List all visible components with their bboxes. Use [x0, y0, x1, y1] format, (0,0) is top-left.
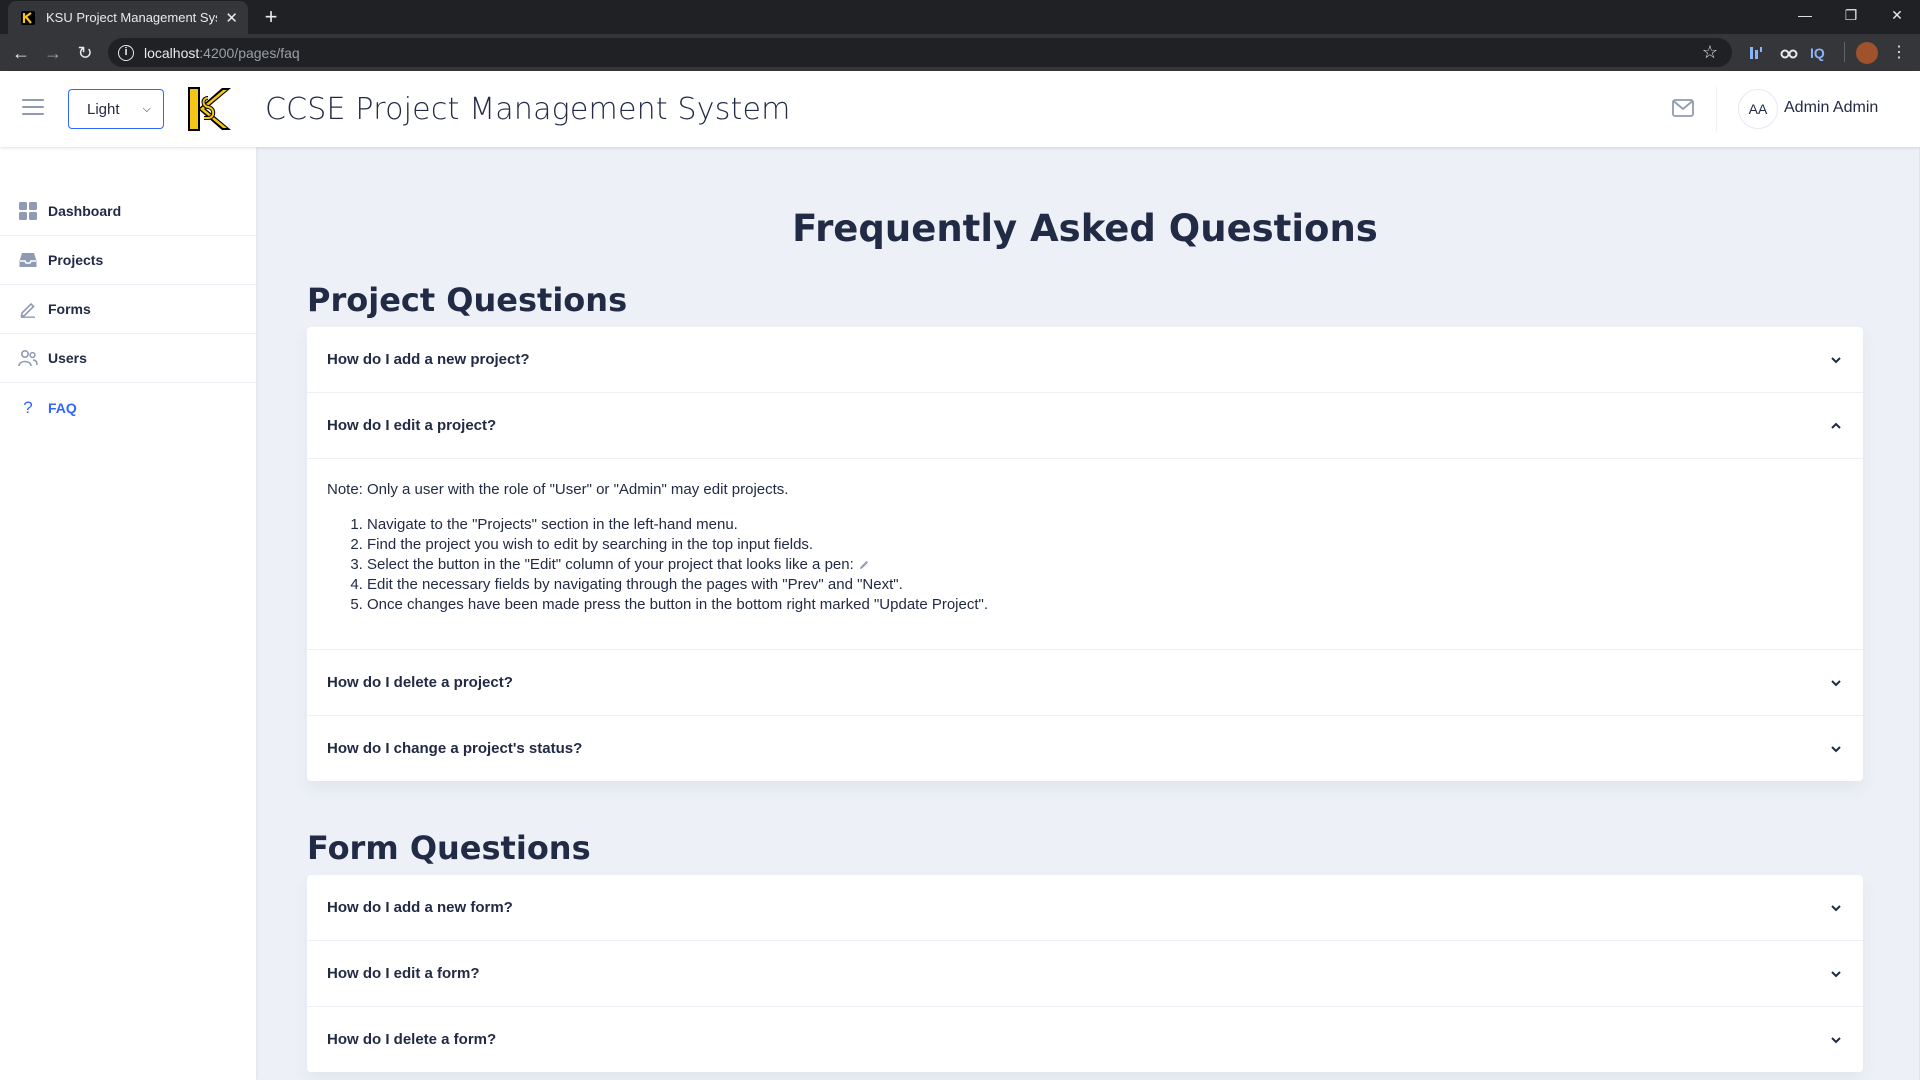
site-info-icon[interactable]: i — [118, 44, 134, 61]
answer-note: Note: Only a user with the role of "User… — [327, 481, 789, 498]
edit-icon — [18, 299, 38, 319]
theme-select[interactable]: Light ⌵ — [68, 89, 164, 129]
sidebar-item-faq[interactable]: ? FAQ — [0, 383, 256, 432]
sidebar-item-label: Forms — [48, 301, 91, 317]
accordion-header[interactable]: How do I delete a form? — [307, 1007, 1863, 1072]
sidebar-item-label: Projects — [48, 252, 104, 268]
browser-tab[interactable]: KSU Project Management System ✕ — [8, 1, 248, 34]
chevron-down-icon — [1831, 904, 1841, 911]
question-mark-icon: ? — [23, 397, 33, 417]
accordion-header[interactable]: How do I delete a project? — [307, 650, 1863, 715]
tab-title: KSU Project Management System — [46, 10, 217, 25]
project-faq-accordion: How do I add a new project? How do I edi… — [307, 327, 1863, 781]
answer-step: Edit the necessary fields by navigating … — [367, 575, 1843, 595]
accordion-item: How do I delete a project? — [307, 650, 1863, 716]
section-title-forms: Form Questions — [307, 829, 591, 867]
bookmark-star-icon[interactable]: ☆ — [1702, 42, 1718, 63]
extension-bars-icon[interactable] — [1748, 42, 1764, 64]
accordion-item: How do I change a project's status? — [307, 716, 1863, 781]
browser-tab-bar: KSU Project Management System ✕ + — ❐ ✕ — [0, 0, 1920, 34]
question-text: How do I delete a project? — [327, 674, 513, 691]
answer-step-text: Select the button in the "Edit" column o… — [367, 556, 854, 573]
pen-icon — [859, 561, 868, 570]
theme-select-value: Light — [87, 100, 120, 118]
minimize-icon[interactable]: — — [1782, 0, 1828, 30]
new-tab-button[interactable]: + — [258, 4, 284, 30]
question-text: How do I delete a form? — [327, 1031, 497, 1048]
forward-icon[interactable]: → — [38, 38, 68, 68]
answer-step: Navigate to the "Projects" section in th… — [367, 515, 1843, 535]
answer-step: Select the button in the "Edit" column o… — [367, 555, 1843, 575]
chevron-down-icon — [1831, 356, 1841, 363]
sidebar-item-label: FAQ — [48, 399, 77, 416]
accordion-header[interactable]: How do I edit a form? — [307, 941, 1863, 1006]
address-bar[interactable]: i localhost:4200/pages/faq ☆ — [108, 38, 1732, 67]
sidebar-item-users[interactable]: Users — [0, 334, 256, 383]
profile-avatar-icon[interactable] — [1856, 42, 1878, 64]
answer-step: Once changes have been made press the bu… — [367, 595, 1843, 615]
accordion-item: How do I add a new form? — [307, 875, 1863, 941]
question-text: How do I edit a project? — [327, 417, 497, 434]
ksu-logo-icon — [188, 87, 231, 131]
question-text: How do I add a new project? — [327, 351, 530, 368]
question-text: How do I edit a form? — [327, 965, 480, 982]
accordion-header[interactable]: How do I add a new project? — [307, 327, 1863, 392]
extension-glasses-icon[interactable] — [1780, 42, 1798, 64]
inbox-icon — [18, 250, 38, 270]
restore-icon[interactable]: ❐ — [1828, 0, 1874, 30]
extension-iq-icon[interactable]: IQ — [1810, 42, 1825, 64]
back-icon[interactable]: ← — [6, 38, 36, 68]
toolbar-divider — [1844, 42, 1845, 62]
url-host: localhost — [144, 44, 200, 61]
question-text: How do I add a new form? — [327, 899, 513, 916]
sidebar-item-dashboard[interactable]: Dashboard — [0, 187, 256, 236]
browser-menu-icon[interactable]: ⋮ — [1884, 38, 1914, 68]
app-header: Light ⌵ CCSE Project Management System A… — [0, 71, 1920, 147]
sidebar: Dashboard Projects Forms Users ? FAQ — [0, 147, 256, 1080]
sidebar-item-label: Dashboard — [48, 203, 122, 219]
accordion-item: How do I add a new project? — [307, 327, 1863, 393]
question-text: How do I change a project's status? — [327, 740, 583, 757]
close-window-icon[interactable]: ✕ — [1874, 0, 1920, 30]
browser-toolbar: ← → ↻ i localhost:4200/pages/faq ☆ IQ ⋮ — [0, 34, 1920, 71]
chevron-down-icon — [1831, 679, 1841, 686]
avatar[interactable]: AA — [1738, 89, 1778, 129]
url-path: :4200/pages/faq — [199, 44, 300, 61]
answer-step: Find the project you wish to edit by sea… — [367, 535, 1843, 555]
section-title-projects: Project Questions — [307, 281, 628, 319]
main-content: Frequently Asked Questions Project Quest… — [256, 147, 1920, 1080]
grid-icon — [18, 201, 38, 221]
sidebar-item-label: Users — [48, 350, 87, 366]
chevron-down-icon — [1831, 745, 1841, 752]
page-title: Frequently Asked Questions — [792, 207, 1378, 250]
tab-close-icon[interactable]: ✕ — [225, 9, 238, 27]
chevron-down-icon — [1831, 970, 1841, 977]
accordion-header[interactable]: How do I edit a project? — [307, 393, 1863, 458]
reload-icon[interactable]: ↻ — [70, 38, 100, 68]
accordion-item-expanded: How do I edit a project? Note: Only a us… — [307, 393, 1863, 650]
chevron-down-icon: ⌵ — [142, 102, 151, 115]
accordion-item: How do I edit a form? — [307, 941, 1863, 1007]
sidebar-item-projects[interactable]: Projects — [0, 236, 256, 285]
answer-steps: Navigate to the "Projects" section in th… — [327, 515, 1843, 615]
mail-icon[interactable] — [1672, 99, 1694, 117]
form-faq-accordion: How do I add a new form? How do I edit a… — [307, 875, 1863, 1072]
ksu-favicon-icon — [21, 10, 35, 25]
app-title: CCSE Project Management System — [265, 92, 791, 127]
header-divider — [1716, 87, 1717, 131]
chevron-down-icon — [1831, 1036, 1841, 1043]
hamburger-menu-icon[interactable] — [22, 99, 44, 117]
people-icon — [18, 348, 38, 368]
accordion-header[interactable]: How do I add a new form? — [307, 875, 1863, 940]
accordion-item: How do I delete a form? — [307, 1007, 1863, 1072]
accordion-header[interactable]: How do I change a project's status? — [307, 716, 1863, 781]
sidebar-item-forms[interactable]: Forms — [0, 285, 256, 334]
user-name[interactable]: Admin Admin — [1784, 99, 1878, 117]
chevron-up-icon — [1831, 422, 1841, 429]
accordion-body: Note: Only a user with the role of "User… — [307, 458, 1863, 649]
